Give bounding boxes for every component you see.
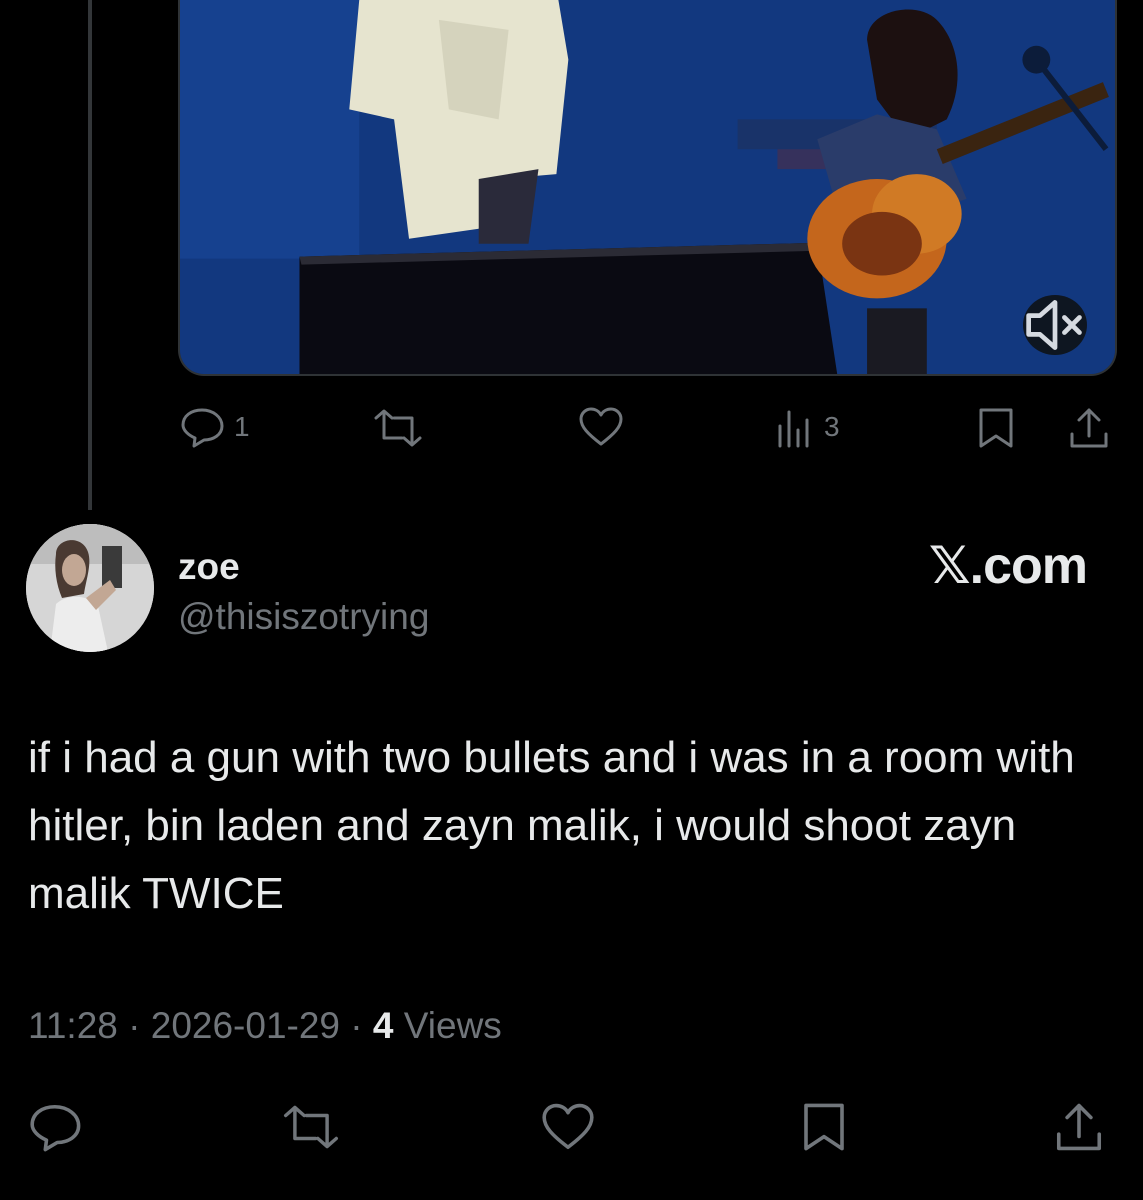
concert-scene-image bbox=[180, 0, 1115, 374]
share-icon bbox=[1056, 1103, 1102, 1151]
reply-button[interactable] bbox=[28, 1102, 84, 1152]
share-icon bbox=[1070, 408, 1108, 448]
separator: · bbox=[128, 1005, 141, 1046]
reply-icon bbox=[30, 1104, 81, 1152]
views-button[interactable]: 3 bbox=[776, 406, 840, 448]
views-label: Views bbox=[403, 1005, 502, 1046]
repost-icon bbox=[374, 409, 422, 447]
reply-button[interactable]: 1 bbox=[180, 406, 250, 448]
repost-button[interactable] bbox=[278, 1104, 344, 1150]
reply-icon bbox=[181, 408, 224, 448]
post-metadata: 11:28 · 2026-01-29 · 4 Views bbox=[28, 1005, 502, 1047]
avatar[interactable] bbox=[26, 524, 154, 652]
quoted-post-action-bar: 1 3 bbox=[0, 400, 1143, 456]
repost-button[interactable] bbox=[370, 408, 434, 448]
repost-icon bbox=[283, 1105, 339, 1149]
post-time[interactable]: 11:28 bbox=[28, 1005, 118, 1046]
like-icon bbox=[579, 407, 623, 446]
author-name[interactable]: zoe bbox=[178, 546, 240, 588]
post-text: if i had a gun with two bullets and i wa… bbox=[28, 733, 1075, 918]
video-thumbnail[interactable] bbox=[178, 0, 1117, 376]
like-button[interactable] bbox=[578, 406, 632, 448]
bookmark-icon bbox=[979, 408, 1013, 448]
reply-count: 1 bbox=[234, 411, 250, 442]
brand-logo: 𝕏.com bbox=[928, 537, 1088, 595]
separator: · bbox=[350, 1005, 363, 1046]
share-button[interactable] bbox=[1068, 406, 1110, 450]
mute-button[interactable] bbox=[1023, 295, 1087, 355]
author-handle[interactable]: @thisiszotrying bbox=[178, 596, 429, 638]
bookmark-icon bbox=[804, 1103, 844, 1151]
post-date[interactable]: 2026-01-29 bbox=[151, 1005, 340, 1046]
views-count: 3 bbox=[824, 411, 840, 442]
speaker-muted-icon bbox=[1026, 300, 1082, 350]
profile-photo bbox=[26, 524, 154, 652]
like-button[interactable] bbox=[540, 1102, 596, 1152]
bookmark-button[interactable] bbox=[800, 1100, 848, 1154]
views-icon bbox=[778, 410, 809, 448]
views-count: 4 bbox=[372, 1005, 394, 1046]
share-button[interactable] bbox=[1054, 1100, 1104, 1154]
like-icon bbox=[542, 1103, 594, 1150]
post-action-bar bbox=[0, 1098, 1143, 1158]
bookmark-button[interactable] bbox=[976, 406, 1016, 450]
